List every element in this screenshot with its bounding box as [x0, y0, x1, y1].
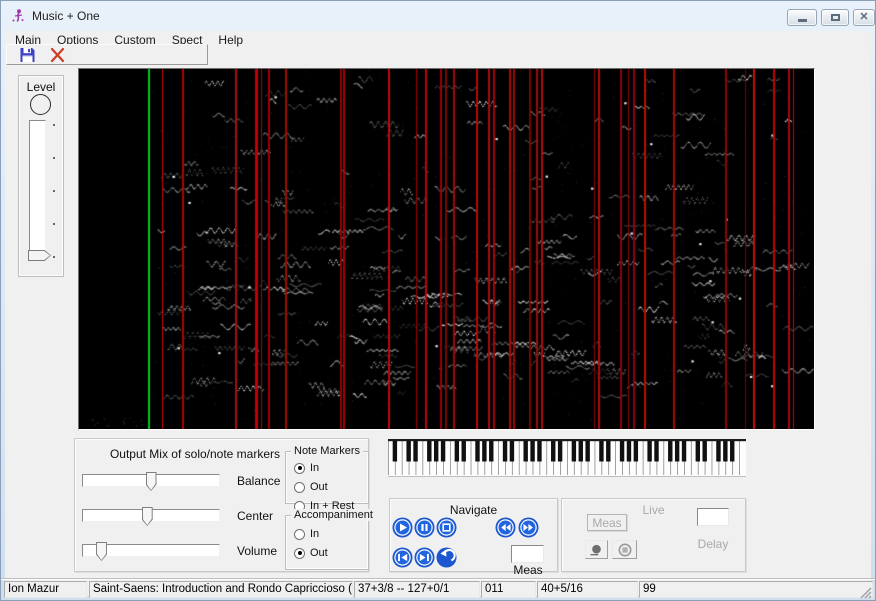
status-field-4: 011 — [481, 581, 536, 598]
pause-button[interactable] — [414, 517, 435, 538]
delete-button[interactable] — [49, 47, 66, 63]
skip-to-start-icon — [392, 547, 413, 568]
volume-slider-thumb[interactable] — [96, 542, 107, 561]
radio-label: Out — [310, 547, 328, 559]
level-tick — [53, 223, 55, 225]
level-tick — [53, 124, 55, 126]
record-button[interactable] — [585, 540, 608, 559]
level-slider-track[interactable] — [29, 120, 46, 261]
level-tick — [53, 157, 55, 159]
accompaniment-title: Accompaniment — [291, 509, 376, 521]
skip-to-end-icon — [414, 547, 435, 568]
center-label: Center — [237, 509, 273, 523]
window-title: Music + One — [32, 9, 100, 23]
accompaniment-group: Accompaniment InOut — [285, 515, 369, 570]
navigate-meas-label: Meas — [509, 563, 547, 577]
skip-to-start-button[interactable] — [392, 547, 413, 568]
stop-button[interactable] — [436, 517, 457, 538]
stop-record-button[interactable] — [612, 540, 637, 559]
balance-label: Balance — [237, 474, 280, 488]
status-user: Ion Mazur — [4, 581, 87, 598]
maximize-button[interactable] — [821, 9, 849, 26]
radio-icon[interactable] — [294, 548, 305, 559]
level-panel: Level — [18, 75, 64, 277]
spectrogram-display[interactable] — [79, 69, 814, 429]
note-markers-option-in[interactable]: In — [294, 462, 368, 474]
minimize-icon — [798, 19, 807, 22]
volume-label: Volume — [237, 544, 277, 558]
live-delay-label: Delay — [691, 537, 735, 551]
navigate-meas-input[interactable] — [511, 545, 544, 563]
level-tick — [53, 256, 55, 258]
note-markers-options: InOutIn + Rest — [286, 452, 368, 512]
level-slider-thumb[interactable] — [28, 250, 51, 261]
radio-icon[interactable] — [294, 529, 305, 540]
close-button[interactable]: ✕ — [853, 9, 875, 26]
toolbar — [6, 44, 208, 65]
status-piece: Saint-Saens: Introduction and Rondo Capr… — [89, 581, 353, 598]
replay-button[interactable] — [436, 547, 457, 568]
title-bar[interactable]: Music + One ✕ — [1, 1, 875, 31]
spectrogram-frame — [78, 68, 815, 430]
note-markers-title: Note Markers — [291, 445, 363, 457]
note-markers-option-out[interactable]: Out — [294, 481, 368, 493]
live-meas-button[interactable]: Meas — [587, 514, 627, 531]
radio-label: In — [310, 528, 319, 540]
balance-slider-thumb[interactable] — [146, 472, 157, 491]
minimize-button[interactable] — [787, 9, 817, 26]
radio-icon[interactable] — [294, 482, 305, 493]
save-button[interactable] — [19, 47, 36, 63]
level-tick — [53, 190, 55, 192]
skip-to-end-button[interactable] — [414, 547, 435, 568]
status-bar-separator — [1, 578, 875, 580]
balance-slider[interactable]: Balance — [82, 471, 232, 495]
menu-item-help[interactable]: Help — [210, 33, 251, 47]
note-markers-group: Note Markers InOutIn + Rest — [285, 451, 369, 504]
stop-icon — [436, 517, 457, 538]
status-measure-range: 37+3/8 -- 127+0/1 — [354, 581, 480, 598]
pause-icon — [414, 517, 435, 538]
level-knob[interactable] — [30, 94, 51, 115]
volume-slider[interactable]: Volume — [82, 541, 232, 565]
status-field-5: 40+5/16 — [537, 581, 638, 598]
live-delay-input[interactable] — [697, 508, 729, 526]
navigate-title: Navigate — [390, 503, 557, 517]
radio-label: In — [310, 462, 319, 474]
record-icon — [587, 542, 606, 558]
center-slider[interactable]: Center — [82, 506, 232, 530]
accompaniment-options: In Out — [286, 516, 368, 559]
radio-icon[interactable] — [294, 463, 305, 474]
piano-keyboard[interactable] — [388, 439, 746, 477]
radio-label: Out — [310, 481, 328, 493]
close-icon: ✕ — [859, 12, 868, 23]
rewind-button[interactable] — [495, 517, 516, 538]
application-window: Music + One ✕ MainOptionsCustomSpectHelp… — [0, 0, 876, 601]
center-slider-thumb[interactable] — [142, 507, 153, 526]
output-mix-title: Output Mix of solo/note markers — [75, 447, 315, 461]
accompaniment-option-out[interactable]: Out — [294, 547, 368, 559]
status-field-6: 99 — [639, 581, 873, 598]
app-icon — [10, 8, 26, 24]
replay-icon — [436, 547, 457, 568]
level-label: Level — [19, 80, 63, 94]
rewind-icon — [495, 517, 516, 538]
accompaniment-option-in[interactable]: In — [294, 528, 368, 540]
stop-record-icon — [615, 542, 635, 558]
maximize-icon — [831, 14, 840, 21]
play-button[interactable] — [392, 517, 413, 538]
fast-forward-icon — [518, 517, 539, 538]
fast-forward-button[interactable] — [518, 517, 539, 538]
play-icon — [392, 517, 413, 538]
resize-grip[interactable] — [859, 586, 872, 599]
